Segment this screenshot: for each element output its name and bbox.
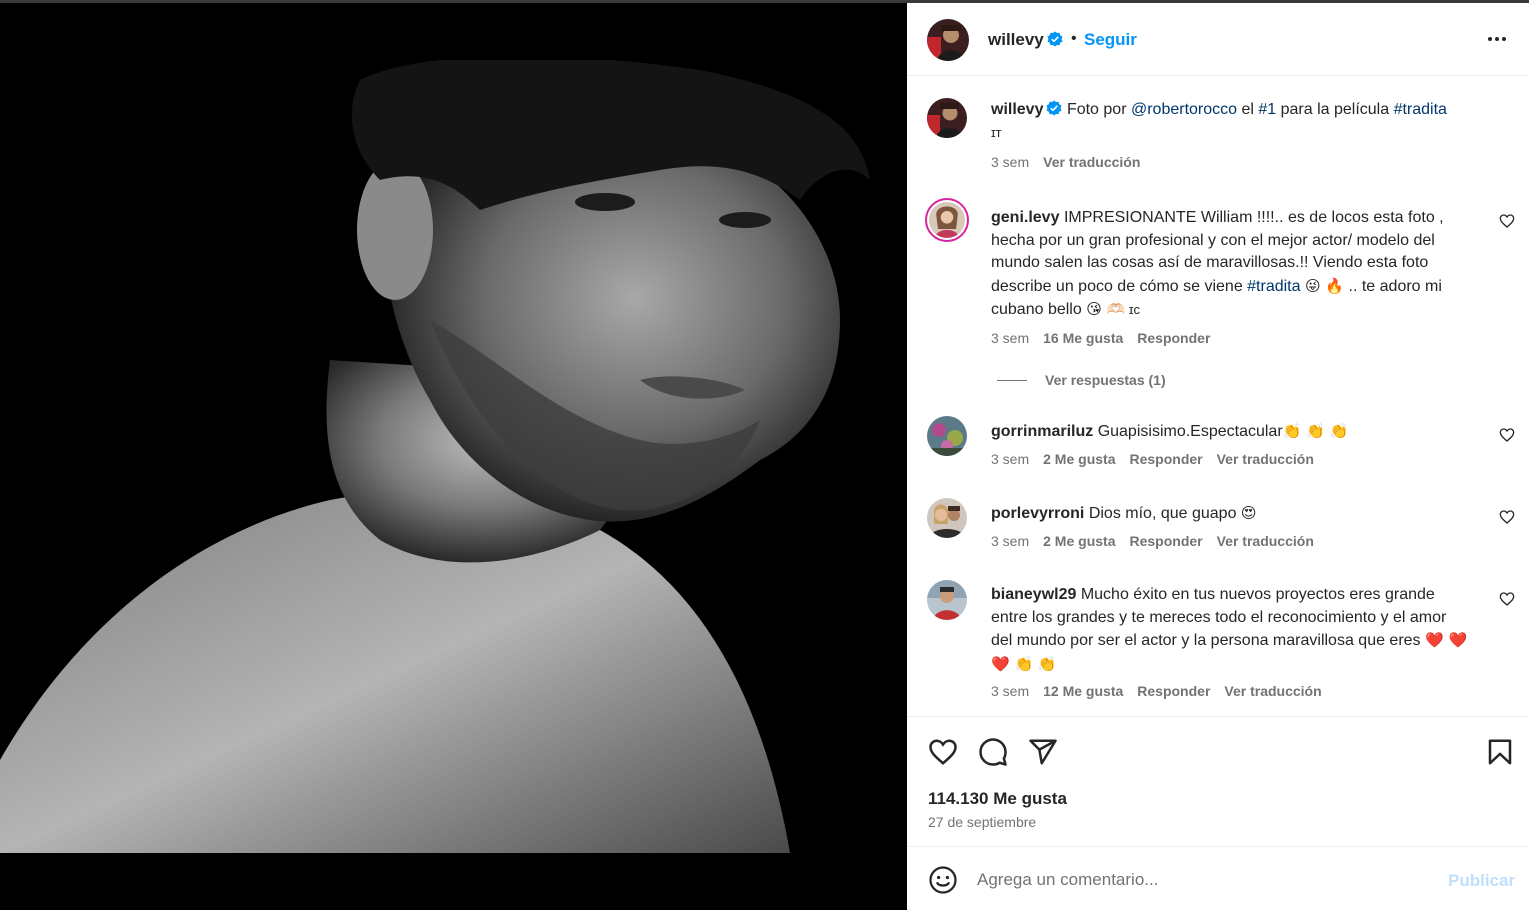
caption-text-mid1: el — [1237, 101, 1259, 118]
view-replies-label[interactable]: Ver respuestas (1) — [1045, 372, 1166, 388]
comment-username[interactable]: porlevyrroni — [991, 505, 1084, 522]
comment-time[interactable]: 3 sem — [991, 330, 1029, 346]
smiley-icon[interactable] — [928, 865, 958, 895]
comment-likes[interactable]: 2 Me gusta — [1043, 533, 1115, 549]
caption-body: willevy Foto por @robertorocco el #1 par… — [991, 99, 1481, 144]
comment-username[interactable]: geni.levy — [991, 209, 1059, 226]
verified-badge-icon — [1046, 100, 1062, 116]
comment-meta: 3 sem 2 Me gusta Responder Ver traducción — [991, 451, 1328, 467]
reply-button[interactable]: Responder — [1129, 451, 1202, 467]
post-header: willevy • Seguir — [907, 3, 1529, 76]
comment-emoji: 😜 🔥 — [1304, 276, 1345, 295]
caption-text-mid2: para la película — [1276, 101, 1394, 118]
comment-item: porlevyrroni Dios mío, que guapo 😍 3 sem… — [907, 492, 1529, 562]
comment-icon[interactable] — [978, 737, 1008, 767]
post-sidebar: willevy • Seguir willevy Foto por @rober… — [907, 3, 1529, 910]
comment-item: bianeywl29 Mucho éxito en tus nuevos pro… — [907, 574, 1529, 714]
author-username-text[interactable]: willevy — [988, 30, 1044, 49]
comment-body: porlevyrroni Dios mío, que guapo 😍 — [991, 502, 1481, 526]
comment-like-heart-icon[interactable] — [1499, 591, 1515, 607]
post-media[interactable] — [0, 3, 907, 910]
heart-icon[interactable] — [928, 737, 958, 767]
comment-item: gorrinmariluz Guapisisimo.Espectacular👏 … — [907, 410, 1529, 480]
comment-like-heart-icon[interactable] — [1499, 509, 1515, 525]
comment-emoji: 👏 👏 👏 — [1282, 422, 1349, 440]
caption-time[interactable]: 3 sem — [991, 154, 1029, 170]
comment-avatar[interactable] — [927, 580, 967, 620]
caption-hashtag-tradita[interactable]: #tradita — [1394, 101, 1447, 118]
caption-meta: 3 sem Ver traducción — [991, 154, 1154, 170]
reply-button[interactable]: Responder — [1137, 683, 1210, 699]
comment-meta: 3 sem 12 Me gusta Responder Ver traducción — [991, 683, 1336, 699]
comment-text: Guapisisimo.Espectacular — [1097, 423, 1283, 440]
comment-text-c: ɪc — [1125, 302, 1141, 317]
caption-hashtag-1[interactable]: #1 — [1258, 101, 1276, 118]
comment-input[interactable] — [977, 865, 1427, 895]
comment-like-heart-icon[interactable] — [1499, 427, 1515, 443]
comment-avatar-story-ring[interactable] — [925, 198, 969, 242]
comment-like-heart-icon[interactable] — [1499, 213, 1515, 229]
more-options-icon[interactable] — [1485, 27, 1509, 51]
post-photo — [0, 60, 907, 853]
comment-emoji: 😍 — [1240, 504, 1257, 522]
caption-translate[interactable]: Ver traducción — [1043, 154, 1140, 170]
comment-body: gorrinmariluz Guapisisimo.Espectacular👏 … — [991, 420, 1481, 444]
comment-avatar[interactable] — [927, 416, 967, 456]
comment-likes[interactable]: 2 Me gusta — [1043, 451, 1115, 467]
comment-avatar[interactable] — [927, 498, 967, 538]
comment-body: bianeywl29 Mucho éxito en tus nuevos pro… — [991, 584, 1471, 676]
verified-badge-icon — [1047, 31, 1063, 47]
caption-mention[interactable]: @robertorocco — [1131, 101, 1237, 118]
comment-body: geni.levy IMPRESIONANTE William !!!!.. e… — [991, 207, 1471, 322]
comment-time[interactable]: 3 sem — [991, 533, 1029, 549]
comment-likes[interactable]: 16 Me gusta — [1043, 330, 1123, 346]
post-caption: willevy Foto por @robertorocco el #1 par… — [907, 77, 1529, 177]
share-icon[interactable] — [1028, 737, 1058, 767]
bookmark-icon[interactable] — [1485, 737, 1515, 767]
follow-button[interactable]: Seguir — [1084, 30, 1137, 50]
reply-button[interactable]: Responder — [1129, 533, 1202, 549]
comment-emoji-b: 😘 🫶🏻 — [1086, 300, 1126, 318]
caption-text-prefix: Foto por — [1066, 101, 1131, 118]
comment-item: geni.levy IMPRESIONANTE William !!!!.. e… — [907, 195, 1529, 395]
replies-line — [997, 380, 1027, 381]
comment-hashtag-tradita[interactable]: #tradita — [1247, 278, 1300, 295]
comment-likes[interactable]: 12 Me gusta — [1043, 683, 1123, 699]
comment-meta: 3 sem 16 Me gusta Responder — [991, 330, 1224, 346]
translate-button[interactable]: Ver traducción — [1224, 683, 1321, 699]
view-replies-button[interactable]: Ver respuestas (1) — [997, 372, 1166, 388]
comment-meta: 3 sem 2 Me gusta Responder Ver traducción — [991, 533, 1328, 549]
comments-list[interactable]: willevy Foto por @robertorocco el #1 par… — [907, 77, 1529, 717]
author-avatar[interactable] — [927, 19, 969, 61]
post-date[interactable]: 27 de septiembre — [928, 814, 1036, 830]
reply-button[interactable]: Responder — [1137, 330, 1210, 346]
caption-username[interactable]: willevy — [991, 101, 1043, 118]
translate-button[interactable]: Ver traducción — [1217, 533, 1314, 549]
comment-username[interactable]: bianeywl29 — [991, 586, 1076, 603]
post-actions: 114.130 Me gusta 27 de septiembre — [907, 716, 1529, 848]
instagram-post-view: willevy • Seguir willevy Foto por @rober… — [0, 0, 1529, 910]
comment-username[interactable]: gorrinmariluz — [991, 423, 1093, 440]
comment-time[interactable]: 3 sem — [991, 683, 1029, 699]
caption-author-avatar[interactable] — [927, 98, 967, 138]
comment-text: Dios mío, que guapo — [1088, 505, 1241, 522]
add-comment-bar: Publicar — [907, 846, 1529, 910]
separator-dot: • — [1071, 30, 1077, 47]
likes-count[interactable]: 114.130 Me gusta — [928, 789, 1067, 809]
comment-time[interactable]: 3 sem — [991, 451, 1029, 467]
translate-button[interactable]: Ver traducción — [1217, 451, 1314, 467]
portrait-photo — [0, 60, 907, 853]
publish-button[interactable]: Publicar — [1448, 871, 1515, 891]
author-username[interactable]: willevy — [988, 30, 1063, 50]
caption-line2: ɪт — [991, 124, 1002, 140]
